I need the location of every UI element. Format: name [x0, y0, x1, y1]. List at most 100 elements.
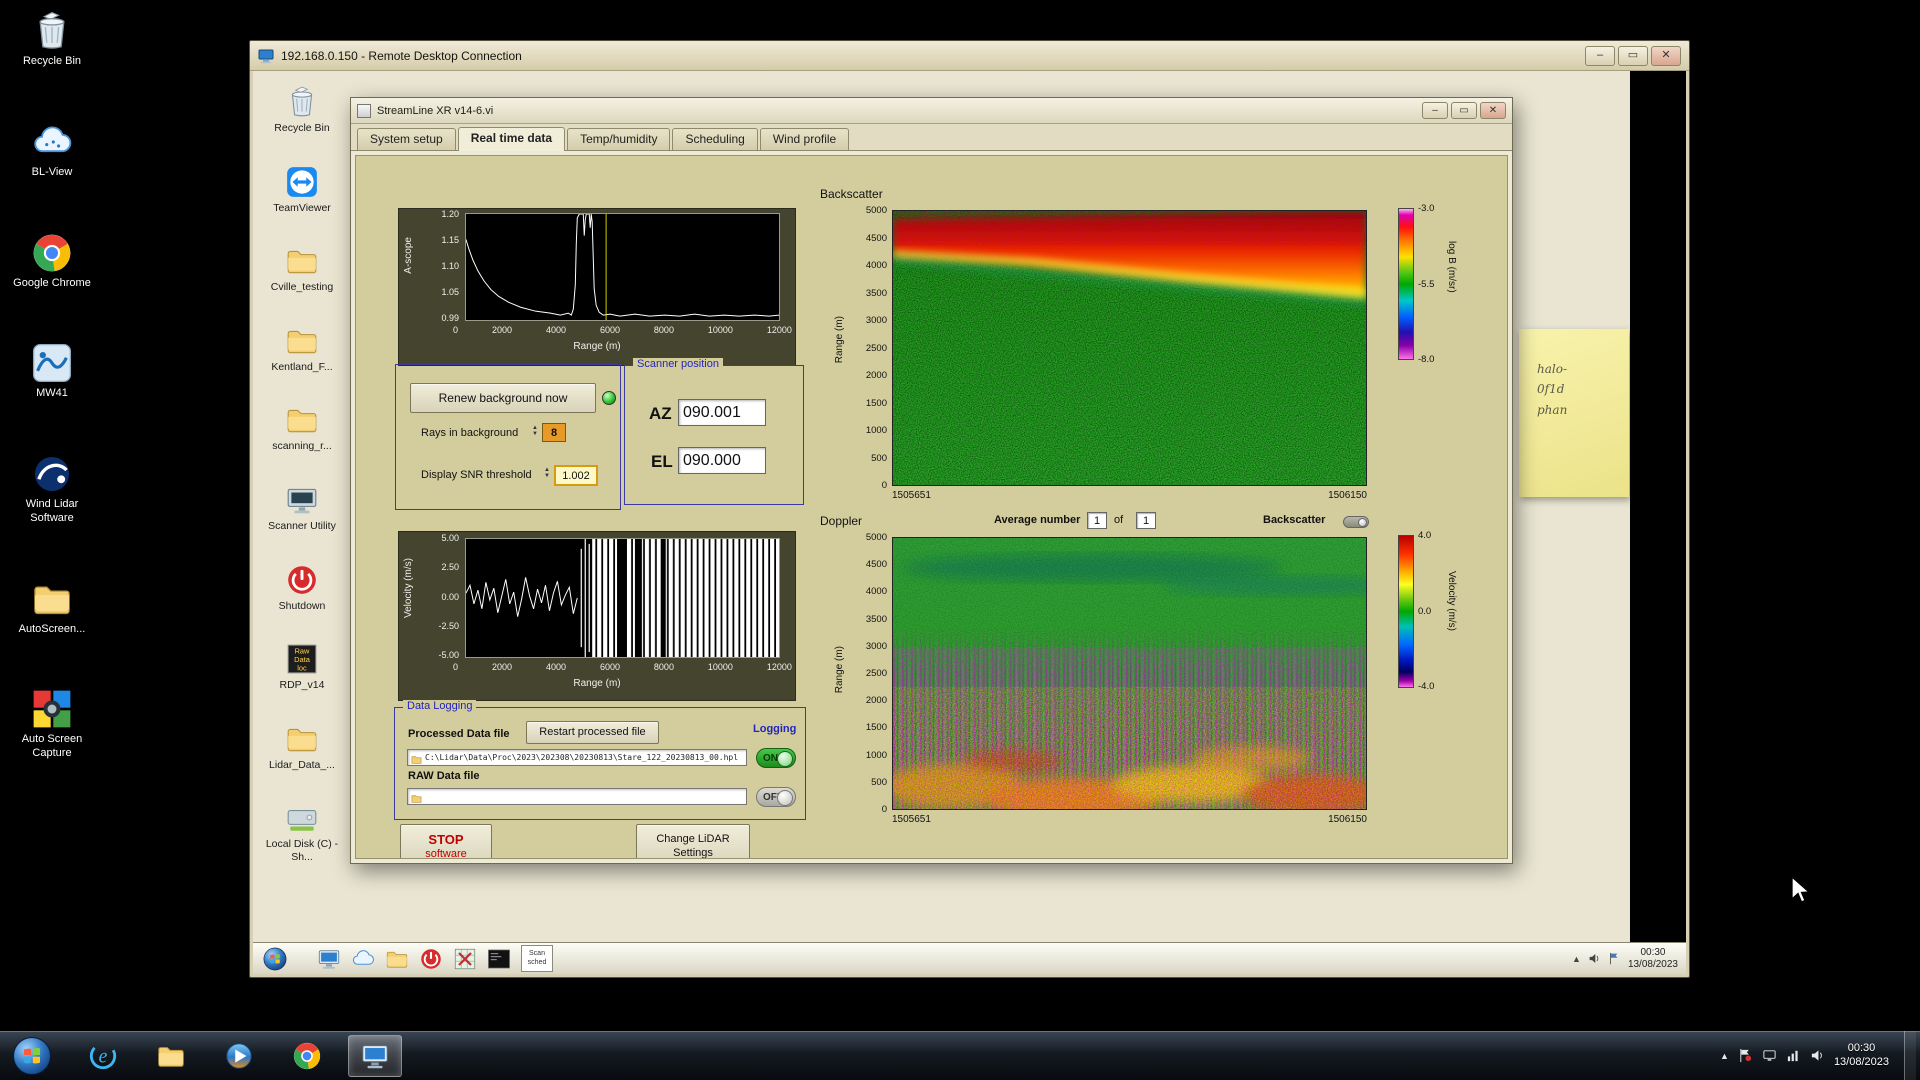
app-maximize-button[interactable]: ▭ — [1451, 102, 1477, 119]
data-logging-panel: Data Logging Processed Data file Restart… — [394, 700, 806, 820]
desktop-icon-mw41[interactable]: MW41 — [6, 342, 98, 401]
desktop-icon-wind-lidar[interactable]: Wind Lidar Software — [6, 453, 98, 526]
desktop-icon-label: Recycle Bin — [274, 122, 330, 134]
desktop-icon-folder[interactable]: AutoScreen... — [6, 578, 98, 637]
host-clock-date: 13/08/2023 — [1833, 1055, 1889, 1068]
tray-arrow-icon[interactable]: ▲ — [1720, 1051, 1729, 1061]
streamline-titlebar[interactable]: StreamLine XR v14-6.vi – ▭ ✕ — [351, 98, 1512, 124]
desktop-icon-folder[interactable]: scanning_r... — [261, 403, 343, 453]
mouse-cursor — [1790, 875, 1812, 904]
remote-flag-icon[interactable] — [1608, 952, 1621, 965]
desktop-icon-chrome[interactable]: Google Chrome — [6, 232, 98, 291]
az-value-field[interactable]: 090.001 — [678, 399, 766, 426]
rdp-titlebar[interactable]: 192.168.0.150 - Remote Desktop Connectio… — [250, 41, 1689, 71]
tray-network-icon[interactable] — [1786, 1048, 1801, 1063]
tray-monitor-icon[interactable] — [1762, 1048, 1777, 1063]
backscatter-heatmap[interactable] — [892, 210, 1367, 486]
desktop-icon-label: BL-View — [31, 165, 73, 178]
processed-path-field[interactable]: C:\Lidar\Data\Proc\2023\202308\20230813\… — [407, 749, 747, 766]
velocity-plot[interactable] — [465, 538, 780, 658]
snr-spinner[interactable]: ▲ ▼ — [544, 467, 550, 479]
tab-real-time-data[interactable]: Real time data — [457, 127, 566, 151]
snr-threshold-value[interactable]: 1.002 — [554, 465, 598, 486]
tick-label: 3000 — [865, 315, 887, 326]
taskbar-explorer-icon[interactable] — [144, 1035, 198, 1077]
tick-label: -2.50 — [438, 620, 459, 631]
remote-taskbar-console-icon[interactable] — [487, 947, 511, 971]
desktop-icon-screen-capture[interactable]: Auto Screen Capture — [6, 688, 98, 761]
taskbar-rdp-icon[interactable] — [348, 1034, 402, 1077]
desktop-icon-disk[interactable]: Local Disk (C) - Sh... — [261, 801, 343, 863]
tray-speaker-icon[interactable] — [1810, 1048, 1825, 1063]
rays-value[interactable]: 8 — [542, 423, 566, 442]
desktop-icon-scanner[interactable]: Scanner Utility — [261, 483, 343, 533]
remote-start-button[interactable] — [263, 947, 287, 971]
desktop-icon-folder[interactable]: Kentland_F... — [261, 324, 343, 374]
raw-logging-toggle[interactable]: OFF — [756, 787, 796, 807]
a-scope-plot[interactable] — [465, 213, 780, 321]
processed-data-file-label: Processed Data file — [408, 728, 510, 740]
rdp-close-button[interactable]: ✕ — [1651, 45, 1681, 66]
remote-clock[interactable]: 00:30 13/08/2023 — [1628, 947, 1678, 971]
folder-icon — [285, 324, 319, 358]
remote-taskbar-cloud-icon[interactable] — [351, 947, 375, 971]
taskbar-ie-icon[interactable]: e — [76, 1035, 130, 1077]
rdp-maximize-button[interactable]: ▭ — [1618, 45, 1648, 66]
host-clock[interactable]: 00:30 13/08/2023 — [1834, 1042, 1889, 1070]
desktop-icon-label: Recycle Bin — [22, 55, 82, 67]
tick-label: 3500 — [865, 287, 887, 299]
desktop-icon-rawdata[interactable]: Raw Data loc RDP_v14 — [261, 642, 343, 692]
remote-taskbar-folder-icon[interactable] — [385, 947, 409, 971]
doppler-colorbar-ticks: 4.0 0.0 -4.0 — [1418, 530, 1434, 692]
stop-software-button[interactable]: STOP software — [400, 824, 492, 858]
desktop-icon-folder[interactable]: Cville_testing — [261, 244, 343, 294]
tab-temp-humidity[interactable]: Temp/humidity — [567, 128, 671, 150]
el-value-field[interactable]: 090.000 — [678, 447, 766, 474]
tick-label: -3.0 — [1418, 203, 1435, 214]
sticky-note[interactable]: halo- 0f1d phan — [1519, 329, 1629, 497]
desktop-icon-recycle-bin[interactable]: Recycle Bin — [6, 10, 98, 69]
rays-spinner[interactable]: ▲ ▼ — [532, 425, 538, 437]
tick-label: 2500 — [865, 667, 887, 679]
desktop-icon-bl-view[interactable]: BL-View — [6, 121, 98, 180]
tick-label: 5000 — [865, 205, 887, 216]
remote-tray-arrow-icon[interactable]: ▲ — [1572, 954, 1581, 964]
renew-background-button[interactable]: Renew background now — [410, 383, 596, 413]
desktop-icon-shutdown[interactable]: Shutdown — [261, 563, 343, 613]
desktop-icon-teamviewer[interactable]: TeamViewer — [261, 165, 343, 215]
app-minimize-button[interactable]: – — [1422, 102, 1448, 119]
recycle-bin-icon — [31, 10, 73, 52]
tray-flag-icon[interactable] — [1738, 1048, 1753, 1063]
desktop-icon-recycle-bin[interactable]: Recycle Bin — [261, 85, 343, 135]
average-count-input[interactable]: 1 — [1136, 512, 1156, 529]
doppler-heatmap[interactable] — [892, 537, 1367, 810]
average-number-input[interactable]: 1 — [1087, 512, 1107, 529]
taskbar-media-player-icon[interactable] — [212, 1035, 266, 1077]
remote-taskbar-power-icon[interactable] — [419, 947, 443, 971]
remote-taskbar-grid-icon[interactable] — [453, 947, 477, 971]
restart-processed-file-button[interactable]: Restart processed file — [526, 721, 659, 744]
remote-speaker-icon[interactable] — [1588, 952, 1601, 965]
show-desktop-button[interactable] — [1904, 1030, 1916, 1080]
taskbar-chrome-icon[interactable] — [280, 1035, 334, 1077]
change-lidar-settings-button[interactable]: Change LiDAR Settings — [636, 824, 750, 858]
start-button[interactable] — [12, 1036, 52, 1076]
app-close-button[interactable]: ✕ — [1480, 102, 1506, 119]
remote-taskbar-window-icon[interactable] — [317, 947, 341, 971]
scanner-icon — [285, 483, 319, 517]
sticky-note-line: halo- — [1537, 362, 1567, 376]
tick-label: 2000 — [865, 370, 887, 381]
scan-sched-button[interactable]: Scan sched — [521, 945, 553, 972]
tab-wind-profile[interactable]: Wind profile — [759, 128, 850, 150]
desktop-icon-folder[interactable]: Lidar_Data_... — [261, 722, 343, 772]
backscatter-display-toggle[interactable] — [1343, 516, 1369, 528]
tick-label: 500 — [871, 776, 887, 788]
raw-path-field[interactable] — [407, 788, 747, 805]
velocity-x-axis-label: Range (m) — [573, 678, 621, 689]
tab-system-setup[interactable]: System setup — [357, 128, 456, 150]
processed-logging-toggle[interactable]: ON — [756, 748, 796, 768]
rdp-minimize-button[interactable]: – — [1585, 45, 1615, 66]
tick-label: 8000 — [653, 325, 674, 335]
tick-label: 8000 — [653, 662, 674, 672]
tab-scheduling[interactable]: Schedu​ling — [672, 128, 758, 150]
